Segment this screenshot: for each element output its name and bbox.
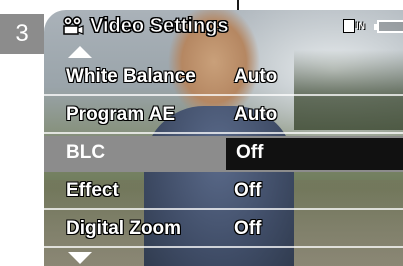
menu-item-value: Auto <box>234 104 278 125</box>
menu-item-digital-zoom[interactable]: Digital Zoom Off <box>44 212 403 248</box>
menu-item-blc[interactable]: BLC Off <box>44 136 403 172</box>
menu-item-label: Program AE <box>66 104 176 125</box>
menu-item-label: White Balance <box>66 66 196 87</box>
menu-item-label: BLC <box>66 142 106 163</box>
scroll-up-arrow-icon[interactable] <box>68 46 92 58</box>
menu-item-white-balance[interactable]: White Balance Auto <box>44 60 403 96</box>
menu-item-value: Auto <box>234 66 278 87</box>
menu-item-value: Off <box>234 180 262 201</box>
mode-icon-text: IN <box>356 21 365 31</box>
menu-item-effect[interactable]: Effect Off <box>44 174 403 210</box>
menu-item-value: Off <box>236 142 264 163</box>
title-bar: Video Settings IN <box>44 10 403 44</box>
battery-icon <box>374 20 403 33</box>
pointer-line <box>237 0 239 10</box>
video-camera-icon <box>62 16 84 36</box>
menu-item-value: Off <box>234 218 262 239</box>
menu-item-program-ae[interactable]: Program AE Auto <box>44 98 403 134</box>
step-number-badge: 3 <box>0 14 44 54</box>
scroll-down-arrow-icon[interactable] <box>68 252 92 264</box>
menu-item-label: Digital Zoom <box>66 218 182 239</box>
memory-mode-icon: IN <box>343 17 369 35</box>
menu-title: Video Settings <box>90 15 229 38</box>
menu-item-label: Effect <box>66 180 119 201</box>
camera-lcd-screen: Video Settings IN White Balance Auto Pro… <box>44 10 403 266</box>
